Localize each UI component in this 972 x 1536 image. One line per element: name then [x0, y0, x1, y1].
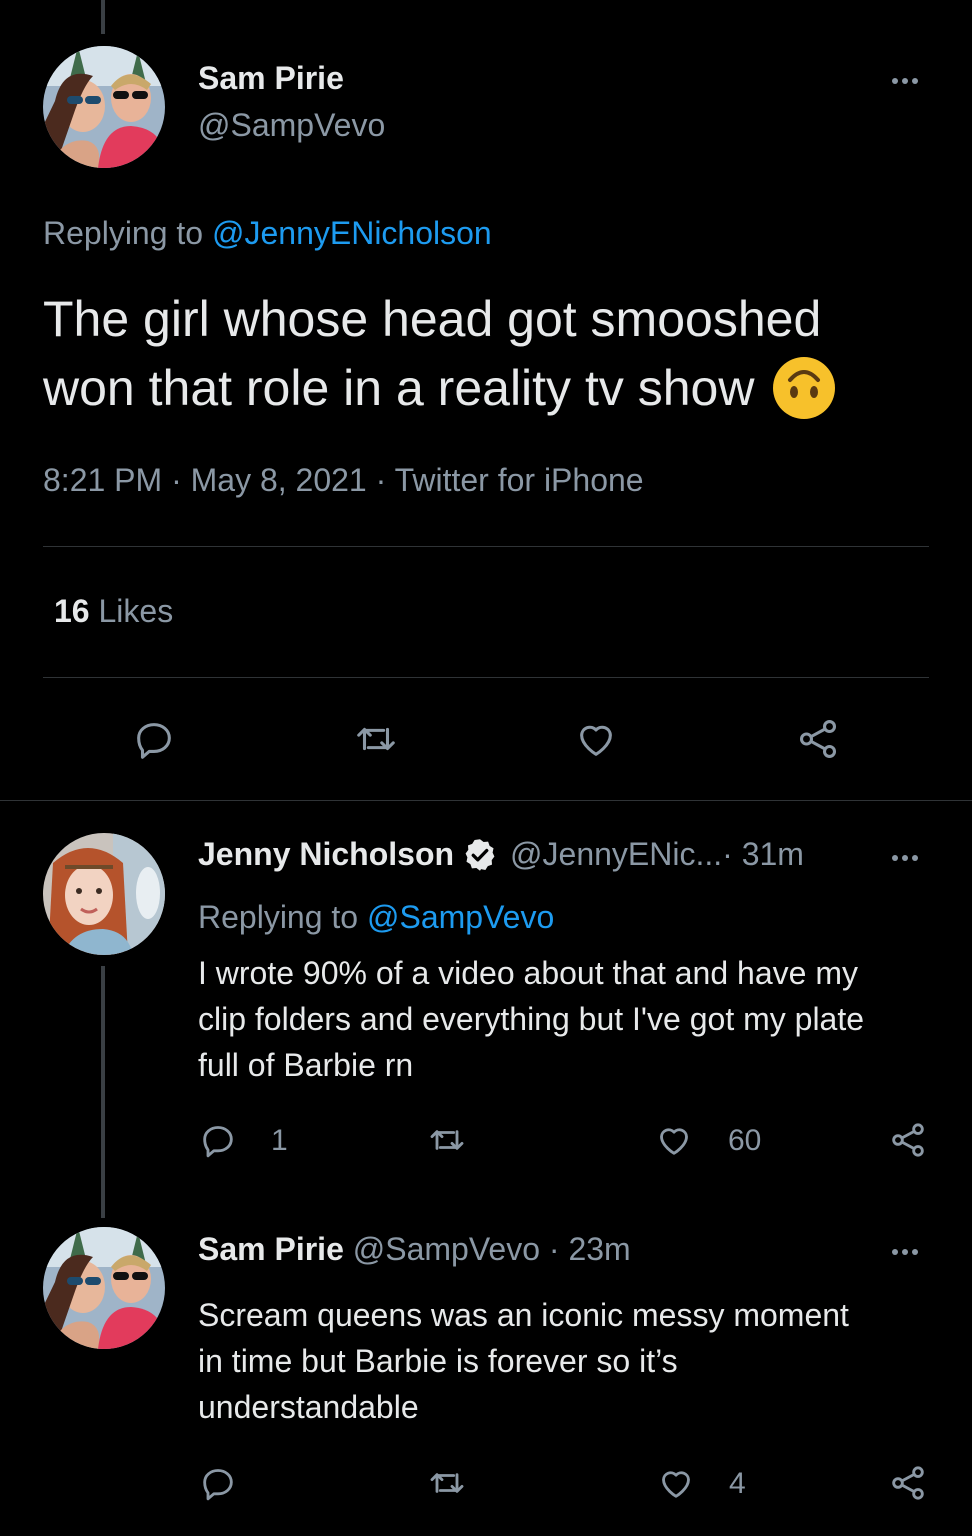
tweet-text-line-2: won that role in a reality tv show: [43, 356, 836, 420]
reply-text-line: in time but Barbie is forever so it’s: [198, 1343, 678, 1379]
reply-text-line: understandable: [198, 1389, 419, 1425]
reply-text-line: Scream queens was an iconic messy moment: [198, 1297, 849, 1333]
tweet-meta: 8:21 PM · May 8, 2021 · Twitter for iPho…: [43, 462, 644, 498]
more-icon[interactable]: [892, 1249, 918, 1255]
thread-line-top: [101, 0, 105, 34]
replying-to-link[interactable]: @SampVevo: [367, 899, 554, 935]
reply-author-name[interactable]: Sam Pirie: [198, 1231, 344, 1267]
reply-text-line: I wrote 90% of a video about that and ha…: [198, 955, 858, 991]
reply-text-line: clip folders and everything but I've got…: [198, 1001, 865, 1037]
share-icon[interactable]: [888, 1463, 928, 1503]
more-icon[interactable]: [892, 78, 918, 84]
likes-count: 16: [54, 593, 90, 629]
reply-1-header: Jenny Nicholson @JennyENic... · 31m: [198, 836, 804, 873]
like-count: 60: [728, 1124, 762, 1157]
replying-to-link[interactable]: @JennyENicholson: [212, 215, 492, 251]
author-handle[interactable]: @SampVevo: [198, 107, 385, 144]
reply-count: 1: [271, 1124, 288, 1157]
divider-thread: [0, 800, 972, 801]
like-icon[interactable]: [573, 716, 619, 762]
thread-connector: [101, 966, 105, 1218]
like-icon[interactable]: [656, 1463, 696, 1503]
retweet-icon[interactable]: [426, 1463, 468, 1503]
reply-icon[interactable]: [198, 1120, 238, 1160]
reply-1-replying-line: Replying to @SampVevo: [198, 899, 554, 936]
avatar-photo: [43, 833, 165, 955]
like-count: 4: [729, 1467, 746, 1500]
more-icon[interactable]: [892, 855, 918, 861]
retweet-icon[interactable]: [352, 716, 400, 762]
reply-text-line: full of Barbie rn: [198, 1047, 414, 1083]
divider-likes: [43, 677, 929, 678]
reply-1-text: I wrote 90% of a video about that and ha…: [198, 950, 864, 1088]
retweet-icon[interactable]: [426, 1120, 468, 1160]
share-icon[interactable]: [795, 716, 841, 762]
author-name[interactable]: Sam Pirie: [198, 60, 344, 97]
avatar-photo: [43, 1227, 165, 1349]
tweet-text-line-2-text: won that role in a reality tv show: [43, 360, 755, 416]
share-icon[interactable]: [888, 1120, 928, 1160]
avatar-photo: [43, 46, 165, 168]
avatar-jenny-nicholson[interactable]: [43, 833, 165, 955]
replying-prefix: Replying to: [43, 215, 212, 251]
divider-meta: [43, 546, 929, 547]
avatar-sam-pirie[interactable]: [43, 46, 165, 168]
reply-author-name[interactable]: Jenny Nicholson: [198, 836, 454, 873]
verified-icon: [462, 837, 498, 873]
replying-prefix: Replying to: [198, 899, 367, 935]
reply-2-header: Sam Pirie @SampVevo · 23m: [198, 1231, 631, 1268]
reply-time[interactable]: · 31m: [722, 836, 804, 873]
upside-down-face-icon: [772, 356, 836, 420]
replying-to-line: Replying to @JennyENicholson: [43, 215, 492, 252]
reply-2-text: Scream queens was an iconic messy moment…: [198, 1292, 849, 1430]
likes-label: Likes: [89, 593, 174, 629]
reply-author-handle[interactable]: @SampVevo: [353, 1231, 540, 1267]
avatar-sam-pirie[interactable]: [43, 1227, 165, 1349]
tweet-text-line-1: The girl whose head got smooshed: [43, 291, 822, 347]
reply-icon[interactable]: [131, 716, 177, 762]
reply-author-handle[interactable]: @JennyENic...: [510, 836, 722, 873]
reply-icon[interactable]: [198, 1463, 238, 1503]
likes-summary[interactable]: 16 Likes: [54, 593, 173, 630]
like-icon[interactable]: [654, 1120, 694, 1160]
reply-time[interactable]: · 23m: [540, 1231, 631, 1267]
